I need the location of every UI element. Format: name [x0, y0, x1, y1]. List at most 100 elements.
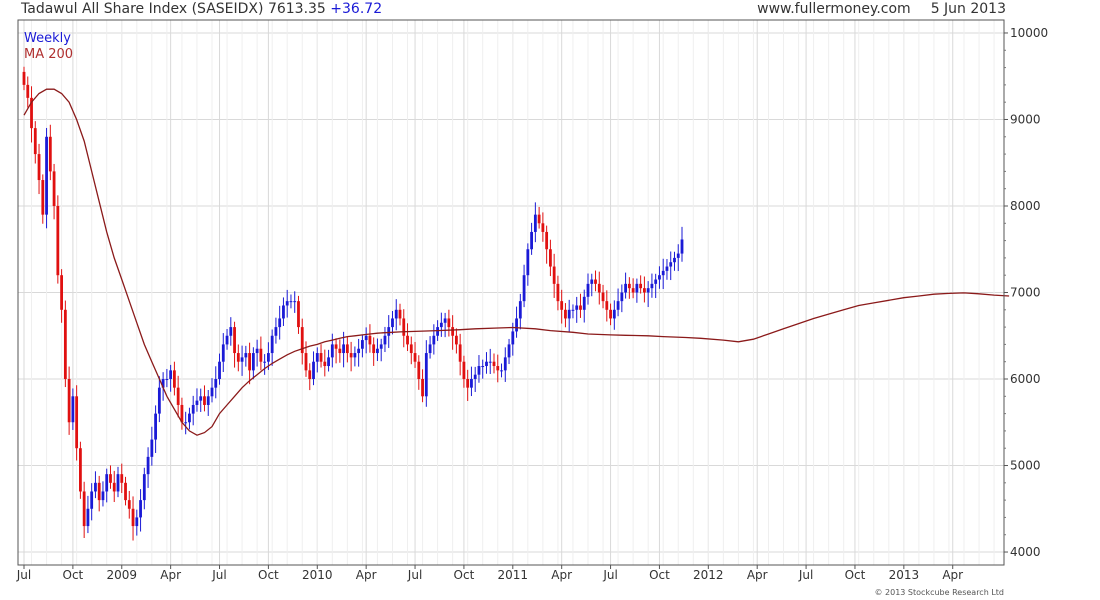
candle-body — [515, 318, 518, 332]
candle-body — [398, 309, 402, 319]
candle-body — [492, 361, 496, 367]
candle-body — [22, 71, 26, 85]
candle-body — [293, 301, 297, 303]
candle-body — [511, 331, 515, 345]
x-tick-label: Jul — [602, 568, 617, 582]
y-tick-label: 5000 — [1010, 459, 1041, 473]
candle-body — [109, 474, 112, 483]
candle-body — [71, 396, 75, 423]
candle-body — [229, 327, 233, 336]
y-axis: 4000 5000 6000 7000 8000 9000 10000 — [1004, 26, 1048, 559]
candle-body — [334, 344, 338, 349]
candle-body — [552, 266, 556, 284]
candle-body — [101, 491, 105, 501]
candle-body — [33, 128, 37, 155]
candle-body — [391, 318, 394, 328]
candle-body — [627, 283, 631, 289]
candle-body — [349, 353, 353, 358]
x-tick-label: Jul — [16, 568, 31, 582]
candle-body — [139, 500, 142, 518]
candle-body — [338, 348, 342, 354]
candle-body — [646, 288, 650, 293]
candle-body — [436, 327, 439, 336]
candle-body — [131, 508, 135, 527]
candle-body — [421, 379, 424, 397]
candle-body — [240, 357, 244, 362]
candle-body — [304, 353, 308, 371]
candle-body — [90, 491, 94, 509]
candle-body — [428, 344, 432, 354]
candle-body — [466, 379, 470, 388]
x-axis: Jul Oct 2009 Apr Jul Oct 2010 Apr Jul Oct 2011 Apr J… — [16, 565, 963, 582]
candle-body — [124, 482, 127, 501]
candle-body — [67, 379, 71, 423]
candle-body — [86, 508, 90, 527]
candle-body — [319, 353, 323, 362]
candle-body — [169, 370, 173, 380]
candle-body — [571, 309, 575, 311]
candle-body — [308, 370, 312, 380]
candle-body — [165, 379, 169, 381]
copyright-text: © 2013 Stockcube Research Ltd — [874, 588, 1004, 597]
candle-body — [560, 301, 564, 310]
x-tick-label: Apr — [747, 568, 768, 582]
candle-body — [556, 283, 560, 302]
candle-body — [394, 309, 398, 319]
candle-body — [443, 318, 447, 323]
candle-body — [218, 361, 221, 380]
candle-body — [462, 361, 466, 380]
x-tick-label: 2009 — [106, 568, 137, 582]
candle-body — [383, 335, 387, 345]
x-tick-label: 2013 — [889, 568, 920, 582]
y-tick-label: 9000 — [1010, 112, 1041, 126]
candle-body — [289, 301, 293, 303]
candle-body — [601, 292, 605, 302]
candle-body — [379, 344, 383, 349]
candle-body — [120, 474, 124, 483]
candle-body — [274, 327, 278, 336]
candle-body — [56, 205, 60, 276]
candle-body — [330, 344, 334, 358]
candle-body — [312, 361, 315, 380]
candle-body — [157, 387, 161, 414]
x-tick-label: 2011 — [498, 568, 529, 582]
candle-body — [191, 404, 195, 414]
candle-body — [97, 482, 101, 501]
candle-body — [154, 413, 157, 440]
candle-body — [620, 292, 624, 302]
candle-body — [541, 223, 545, 232]
candle-body — [105, 474, 109, 492]
price-chart: 4000 5000 6000 7000 8000 9000 10000 Jul Oct 2009… — [16, 19, 1048, 597]
candle-body — [323, 361, 327, 367]
candle-body — [82, 491, 86, 527]
candle-body — [616, 301, 620, 310]
y-tick-label: 4000 — [1010, 545, 1041, 559]
candle-body — [417, 361, 421, 380]
candle-body — [248, 353, 251, 371]
candle-body — [507, 344, 511, 358]
candle-body — [357, 348, 361, 354]
candle-body — [255, 348, 259, 354]
candle-body — [624, 283, 627, 293]
candle-body — [470, 379, 473, 388]
candle-body — [477, 366, 481, 375]
x-tick-label: Jul — [407, 568, 422, 582]
candle-body — [424, 353, 428, 397]
y-tick-label: 10000 — [1010, 26, 1048, 40]
candle-body — [206, 396, 210, 405]
candle-body — [586, 283, 590, 297]
candle-body — [575, 305, 579, 310]
candle-body — [597, 283, 601, 293]
candle-body — [225, 335, 229, 345]
candle-body — [75, 396, 79, 449]
candle-body — [244, 353, 248, 358]
candle-body — [79, 448, 82, 492]
candle-body — [530, 231, 533, 250]
candle-body — [669, 262, 673, 267]
candle-body — [94, 482, 97, 492]
candle-body — [112, 482, 116, 492]
candle-body — [353, 353, 357, 358]
candle-body — [45, 136, 48, 215]
candle-body — [368, 335, 372, 345]
candle-body — [203, 396, 206, 405]
